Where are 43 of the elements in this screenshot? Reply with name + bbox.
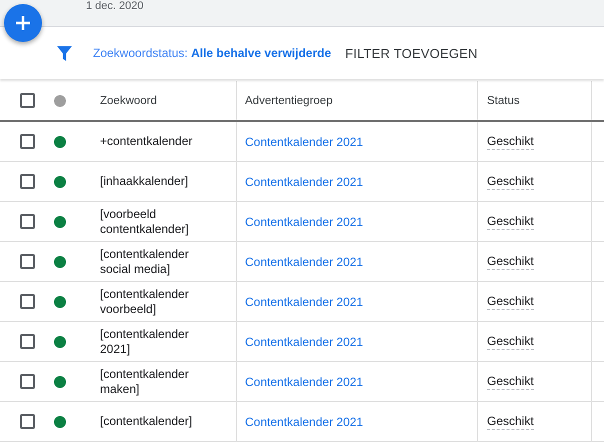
status-text[interactable]: Geschikt (487, 414, 534, 430)
column-header[interactable]: Advertentiegroep (245, 94, 333, 106)
checkbox[interactable] (20, 374, 35, 389)
keyword-text: [contentkalender voorbeeld] (100, 286, 190, 316)
date-text: 1 dec. 2020 (86, 0, 144, 12)
keyword-text: [inhaakkalender] (100, 174, 188, 189)
add-button[interactable] (4, 4, 42, 42)
checkbox[interactable] (20, 134, 35, 149)
keyword-text: [contentkalender] (100, 414, 192, 429)
keyword-text: [voorbeeld contentkalender] (100, 206, 190, 236)
checkbox[interactable] (20, 414, 35, 429)
status-text[interactable]: Geschikt (487, 134, 534, 150)
column-header[interactable]: Zoekwoord (100, 94, 157, 106)
checkbox[interactable] (20, 254, 35, 269)
ad-group-link[interactable]: Contentkalender 2021 (245, 254, 364, 268)
status-text[interactable]: Geschikt (487, 294, 534, 310)
status-dot-icon (54, 94, 66, 106)
checkbox[interactable] (20, 174, 35, 189)
ad-group-link[interactable]: Contentkalender 2021 (245, 174, 364, 188)
keyword-text: [contentkalender maken] (100, 366, 190, 396)
add-filter-button[interactable]: FILTER TOEVOEGEN (345, 42, 478, 64)
ad-group-link[interactable]: Contentkalender 2021 (245, 294, 364, 308)
status-text[interactable]: Geschikt (487, 374, 534, 390)
checkbox[interactable] (20, 93, 35, 108)
status-text[interactable]: Geschikt (487, 174, 534, 190)
status-text[interactable]: Geschikt (487, 254, 534, 270)
status-text[interactable]: Geschikt (487, 214, 534, 230)
keyword-text: +contentkalender (100, 134, 192, 149)
checkbox[interactable] (20, 334, 35, 349)
ad-group-link[interactable]: Contentkalender 2021 (245, 374, 364, 388)
checkbox[interactable] (20, 294, 35, 309)
plus-icon (15, 15, 31, 31)
ad-group-link[interactable]: Contentkalender 2021 (245, 414, 364, 428)
ad-group-link[interactable]: Contentkalender 2021 (245, 334, 364, 348)
ad-group-link[interactable]: Contentkalender 2021 (245, 134, 364, 148)
ad-group-link[interactable]: Contentkalender 2021 (245, 214, 364, 228)
filter-chip[interactable]: Zoekwoordstatus: Alle behalve verwijderde (93, 46, 332, 60)
filter-icon[interactable] (56, 44, 73, 62)
keyword-text: [contentkalender 2021] (100, 326, 190, 356)
column-header[interactable]: Status (487, 94, 520, 106)
status-text[interactable]: Geschikt (487, 334, 534, 350)
keyword-text: [contentkalender social media] (100, 246, 190, 276)
checkbox[interactable] (20, 214, 35, 229)
